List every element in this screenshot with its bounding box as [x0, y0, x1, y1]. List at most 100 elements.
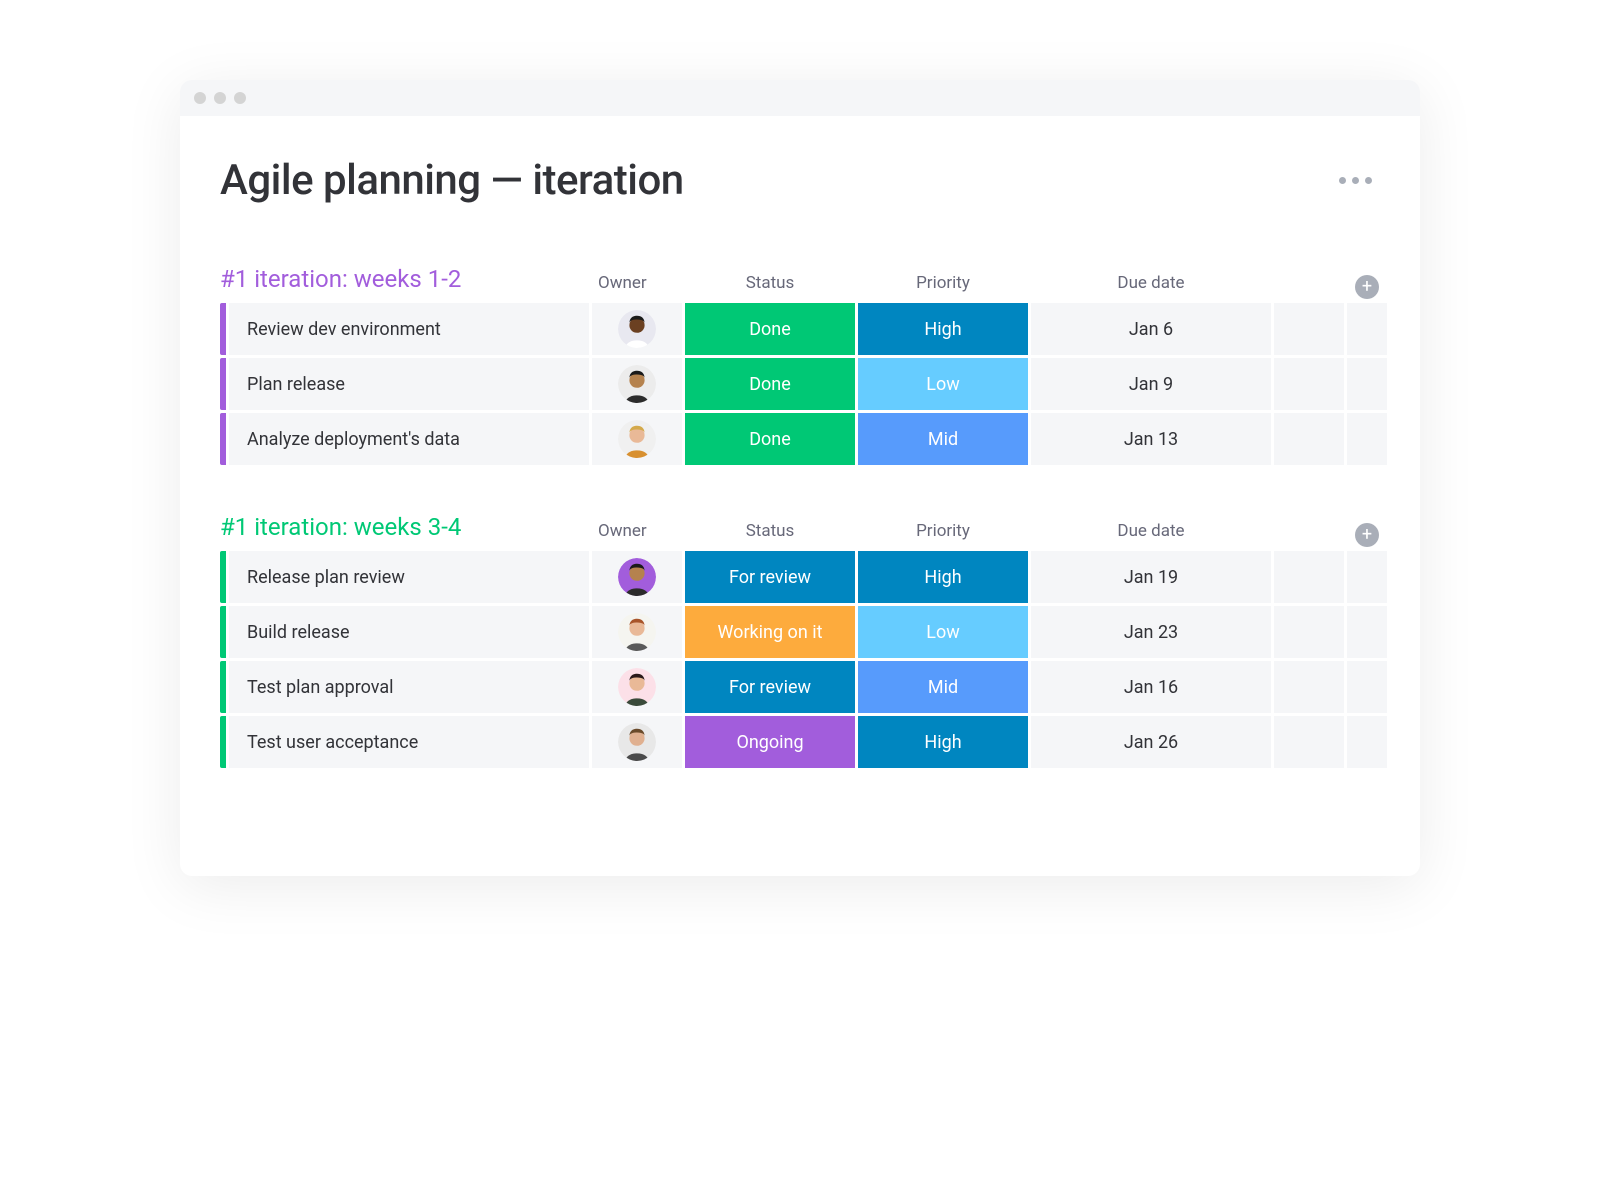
row-end-cell: [1347, 551, 1387, 603]
dots-icon: [1339, 177, 1346, 184]
status-cell[interactable]: Working on it: [685, 606, 855, 658]
column-header-status[interactable]: Status: [685, 273, 855, 299]
dots-icon: [1352, 177, 1359, 184]
row-accent: [220, 661, 226, 713]
column-header-due_date[interactable]: Due date: [1031, 273, 1271, 299]
trailing-cell: [1274, 303, 1344, 355]
priority-cell[interactable]: High: [858, 551, 1028, 603]
group-header: #1 iteration: weeks 1-2OwnerStatusPriori…: [220, 265, 1380, 299]
avatar[interactable]: [618, 613, 656, 651]
board-group: #1 iteration: weeks 3-4OwnerStatusPriori…: [220, 513, 1380, 768]
plus-icon: +: [1362, 278, 1372, 296]
column-header-owner[interactable]: Owner: [592, 521, 682, 547]
priority-cell[interactable]: Mid: [858, 661, 1028, 713]
table-row[interactable]: Test user acceptance OngoingHighJan 26: [220, 716, 1380, 768]
avatar[interactable]: [618, 668, 656, 706]
task-name-cell[interactable]: Analyze deployment's data: [229, 413, 589, 465]
board-group: #1 iteration: weeks 1-2OwnerStatusPriori…: [220, 265, 1380, 465]
row-end-cell: [1347, 606, 1387, 658]
trailing-cell: [1274, 413, 1344, 465]
priority-cell[interactable]: Mid: [858, 413, 1028, 465]
row-accent: [220, 606, 226, 658]
owner-cell[interactable]: [592, 551, 682, 603]
due-date-cell[interactable]: Jan 13: [1031, 413, 1271, 465]
owner-cell[interactable]: [592, 413, 682, 465]
column-header-due_date[interactable]: Due date: [1031, 521, 1271, 547]
avatar[interactable]: [618, 310, 656, 348]
row-accent: [220, 716, 226, 768]
task-name-cell[interactable]: Test plan approval: [229, 661, 589, 713]
avatar[interactable]: [618, 558, 656, 596]
owner-cell[interactable]: [592, 661, 682, 713]
table-row[interactable]: Release plan review For reviewHighJan 19: [220, 551, 1380, 603]
status-cell[interactable]: Ongoing: [685, 716, 855, 768]
due-date-cell[interactable]: Jan 19: [1031, 551, 1271, 603]
owner-cell[interactable]: [592, 716, 682, 768]
trailing-cell: [1274, 661, 1344, 713]
table-row[interactable]: Plan release DoneLowJan 9: [220, 358, 1380, 410]
column-header-owner[interactable]: Owner: [592, 273, 682, 299]
window-control-minimize[interactable]: [214, 92, 226, 104]
group-header: #1 iteration: weeks 3-4OwnerStatusPriori…: [220, 513, 1380, 547]
add-column-button[interactable]: +: [1355, 275, 1379, 299]
status-cell[interactable]: Done: [685, 413, 855, 465]
window-title-bar: [180, 80, 1420, 116]
window-control-close[interactable]: [194, 92, 206, 104]
row-end-cell: [1347, 716, 1387, 768]
due-date-cell[interactable]: Jan 9: [1031, 358, 1271, 410]
task-name-cell[interactable]: Review dev environment: [229, 303, 589, 355]
due-date-cell[interactable]: Jan 23: [1031, 606, 1271, 658]
task-name-cell[interactable]: Build release: [229, 606, 589, 658]
owner-cell[interactable]: [592, 303, 682, 355]
group-title[interactable]: #1 iteration: weeks 1-2: [220, 265, 589, 299]
due-date-cell[interactable]: Jan 26: [1031, 716, 1271, 768]
plus-icon: +: [1362, 526, 1372, 544]
column-header-priority[interactable]: Priority: [858, 521, 1028, 547]
more-options-button[interactable]: [1331, 169, 1380, 192]
priority-cell[interactable]: Low: [858, 606, 1028, 658]
column-header-status[interactable]: Status: [685, 521, 855, 547]
avatar[interactable]: [618, 420, 656, 458]
row-end-cell: [1347, 358, 1387, 410]
due-date-cell[interactable]: Jan 6: [1031, 303, 1271, 355]
trailing-cell: [1274, 358, 1344, 410]
column-header-priority[interactable]: Priority: [858, 273, 1028, 299]
add-column-button[interactable]: +: [1355, 523, 1379, 547]
status-cell[interactable]: For review: [685, 661, 855, 713]
due-date-cell[interactable]: Jan 16: [1031, 661, 1271, 713]
dots-icon: [1365, 177, 1372, 184]
task-name-cell[interactable]: Release plan review: [229, 551, 589, 603]
group-title[interactable]: #1 iteration: weeks 3-4: [220, 513, 589, 547]
owner-cell[interactable]: [592, 358, 682, 410]
task-name-cell[interactable]: Plan release: [229, 358, 589, 410]
status-cell[interactable]: Done: [685, 303, 855, 355]
row-accent: [220, 358, 226, 410]
avatar[interactable]: [618, 365, 656, 403]
app-window: Agile planning — iteration #1 iteration:…: [180, 80, 1420, 876]
task-name-cell[interactable]: Test user acceptance: [229, 716, 589, 768]
row-end-cell: [1347, 413, 1387, 465]
row-accent: [220, 413, 226, 465]
priority-cell[interactable]: High: [858, 303, 1028, 355]
row-accent: [220, 303, 226, 355]
trailing-cell: [1274, 606, 1344, 658]
trailing-cell: [1274, 716, 1344, 768]
table-row[interactable]: Review dev environment DoneHighJan 6: [220, 303, 1380, 355]
board-content: Agile planning — iteration #1 iteration:…: [180, 116, 1420, 876]
window-control-maximize[interactable]: [234, 92, 246, 104]
priority-cell[interactable]: High: [858, 716, 1028, 768]
row-end-cell: [1347, 303, 1387, 355]
row-end-cell: [1347, 661, 1387, 713]
table-row[interactable]: Analyze deployment's data DoneMidJan 13: [220, 413, 1380, 465]
trailing-cell: [1274, 551, 1344, 603]
page-title: Agile planning — iteration: [220, 156, 684, 205]
status-cell[interactable]: Done: [685, 358, 855, 410]
table-row[interactable]: Build release Working on itLowJan 23: [220, 606, 1380, 658]
row-accent: [220, 551, 226, 603]
avatar[interactable]: [618, 723, 656, 761]
priority-cell[interactable]: Low: [858, 358, 1028, 410]
status-cell[interactable]: For review: [685, 551, 855, 603]
owner-cell[interactable]: [592, 606, 682, 658]
table-row[interactable]: Test plan approval For reviewMidJan 16: [220, 661, 1380, 713]
board-header: Agile planning — iteration: [220, 156, 1380, 205]
